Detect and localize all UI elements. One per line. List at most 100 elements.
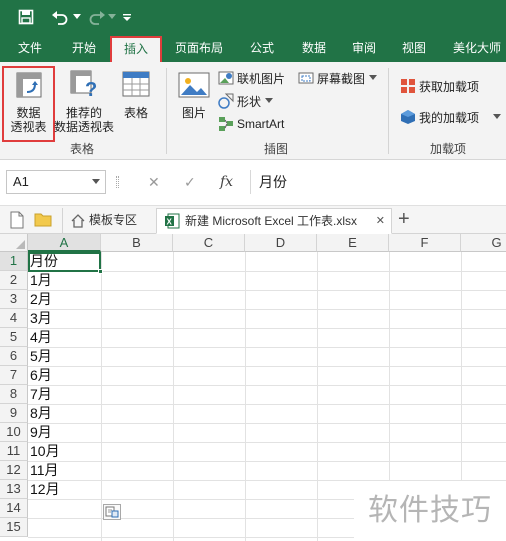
row-header[interactable]: 5 — [0, 328, 28, 347]
cell-a2[interactable]: 1月 — [30, 271, 52, 290]
row-header[interactable]: 9 — [0, 404, 28, 423]
tab-view[interactable]: 视图 — [390, 34, 438, 62]
undo-icon[interactable] — [48, 6, 72, 28]
shapes-button[interactable]: 形状 — [218, 91, 274, 111]
column-header[interactable]: G — [461, 234, 506, 252]
picture-button[interactable]: 图片 — [174, 66, 214, 142]
template-zone-tab[interactable]: 模板专区 — [62, 208, 152, 234]
row-header[interactable]: 15 — [0, 518, 28, 537]
column-header[interactable]: D — [245, 234, 317, 252]
tab-formulas[interactable]: 公式 — [238, 34, 286, 62]
grid-line — [28, 366, 506, 367]
cancel-icon[interactable]: ✕ — [148, 170, 160, 194]
active-cell-border — [28, 252, 101, 272]
undo-dropdown-icon[interactable] — [72, 6, 82, 28]
row-header[interactable]: 4 — [0, 309, 28, 328]
my-addins-label: 我的加载项 — [419, 110, 480, 125]
save-icon[interactable] — [14, 6, 38, 28]
column-header[interactable]: B — [101, 234, 173, 252]
workbook-tab[interactable]: X 新建 Microsoft Excel 工作表.xlsx ✕ — [156, 208, 392, 234]
table-button[interactable]: 表格 — [116, 66, 156, 142]
paste-options-icon[interactable] — [103, 504, 121, 520]
grid-line — [28, 385, 506, 386]
get-addins-label: 获取加载项 — [419, 79, 480, 94]
grid-line — [28, 309, 506, 310]
grid-line — [317, 252, 318, 541]
tab-data[interactable]: 数据 — [290, 34, 338, 62]
column-header[interactable]: E — [317, 234, 389, 252]
select-all-corner[interactable] — [0, 234, 28, 252]
screenshot-button[interactable]: 屏幕截图 — [298, 68, 378, 88]
cell-a7[interactable]: 6月 — [30, 366, 52, 385]
online-picture-button[interactable]: 联机图片 — [218, 68, 285, 88]
row-header[interactable]: 2 — [0, 271, 28, 290]
get-addins-button[interactable]: 获取加载项 — [400, 76, 479, 96]
cell-a13[interactable]: 12月 — [30, 480, 60, 499]
column-header[interactable]: C — [173, 234, 245, 252]
folder-icon[interactable] — [34, 211, 52, 229]
row-header[interactable]: 12 — [0, 461, 28, 480]
row-header[interactable]: 11 — [0, 442, 28, 461]
row-header[interactable]: 8 — [0, 385, 28, 404]
formula-controls: ✕ ✓ fx — [116, 170, 248, 194]
fill-handle[interactable] — [98, 269, 103, 274]
insert-function-icon[interactable]: fx — [220, 170, 233, 194]
table-label: 表格 — [123, 106, 148, 120]
tab-insert[interactable]: 插入 — [110, 36, 162, 62]
tab-review[interactable]: 审阅 — [340, 34, 388, 62]
my-addins-button[interactable]: 我的加载项 — [400, 107, 502, 127]
customize-icon[interactable] — [120, 6, 134, 28]
workbook-tab-label: 新建 Microsoft Excel 工作表.xlsx — [185, 214, 358, 228]
redo-dropdown-icon[interactable] — [108, 6, 116, 28]
cell-a11[interactable]: 10月 — [30, 442, 60, 461]
close-tab-icon[interactable]: ✕ — [376, 209, 385, 233]
row-header[interactable]: 13 — [0, 480, 28, 499]
redo-icon[interactable] — [86, 6, 108, 28]
row-header[interactable]: 6 — [0, 347, 28, 366]
cell-a9[interactable]: 8月 — [30, 404, 52, 423]
cell-a5[interactable]: 4月 — [30, 328, 52, 347]
column-header[interactable]: F — [389, 234, 461, 252]
row-header[interactable]: 14 — [0, 499, 28, 518]
splitter-handle[interactable] — [116, 176, 119, 188]
grid-line — [28, 290, 506, 291]
tab-file[interactable]: 文件 — [8, 34, 52, 62]
row-header[interactable]: 7 — [0, 366, 28, 385]
recommended-pivot-table-button[interactable]: ? 推荐的 数据透视表 — [54, 66, 114, 142]
svg-text:?: ? — [85, 79, 97, 98]
document-tab-strip: 模板专区 X 新建 Microsoft Excel 工作表.xlsx ✕ + — [0, 206, 506, 234]
name-box[interactable]: A1 — [6, 170, 106, 194]
row-header[interactable]: 3 — [0, 290, 28, 309]
smartart-button[interactable]: SmartArt — [218, 114, 284, 134]
picture-label: 图片 — [181, 106, 206, 120]
name-box-value: A1 — [13, 174, 29, 189]
new-document-icon[interactable] — [10, 211, 24, 229]
addins-group-label: 加载项 — [429, 142, 466, 156]
tab-page-layout[interactable]: 页面布局 — [168, 34, 230, 62]
new-tab-icon[interactable]: + — [398, 207, 410, 230]
home-icon — [71, 212, 85, 236]
grid-line — [28, 328, 506, 329]
recommended-pivot-label-line2: 数据透视表 — [54, 120, 115, 134]
table-icon — [122, 70, 150, 98]
cell-a6[interactable]: 5月 — [30, 347, 52, 366]
tab-beautify-master[interactable]: 美化大师 — [446, 34, 506, 62]
shapes-label: 形状 — [237, 94, 262, 109]
formula-input[interactable]: 月份 — [250, 170, 502, 194]
cell-a10[interactable]: 9月 — [30, 423, 52, 442]
row-header[interactable]: 1 — [0, 252, 28, 271]
cell-a12[interactable]: 11月 — [30, 461, 59, 480]
name-box-dropdown-icon[interactable] — [92, 179, 100, 184]
row-header[interactable]: 10 — [0, 423, 28, 442]
pivot-table-button[interactable]: 数据 透视表 — [2, 66, 55, 142]
formula-bar: A1 ✕ ✓ fx 月份 — [0, 160, 506, 206]
screenshot-icon — [298, 70, 314, 86]
enter-icon[interactable]: ✓ — [184, 170, 196, 194]
cell-a4[interactable]: 3月 — [30, 309, 52, 328]
tab-home[interactable]: 开始 — [60, 34, 108, 62]
cell-a3[interactable]: 2月 — [30, 290, 52, 309]
column-header[interactable]: A — [28, 234, 101, 252]
ribbon-tabs: 文件 开始 插入 页面布局 公式 数据 审阅 视图 美化大师 — [0, 34, 506, 62]
recommended-pivot-table-icon: ? — [70, 70, 98, 101]
cell-a8[interactable]: 7月 — [30, 385, 52, 404]
